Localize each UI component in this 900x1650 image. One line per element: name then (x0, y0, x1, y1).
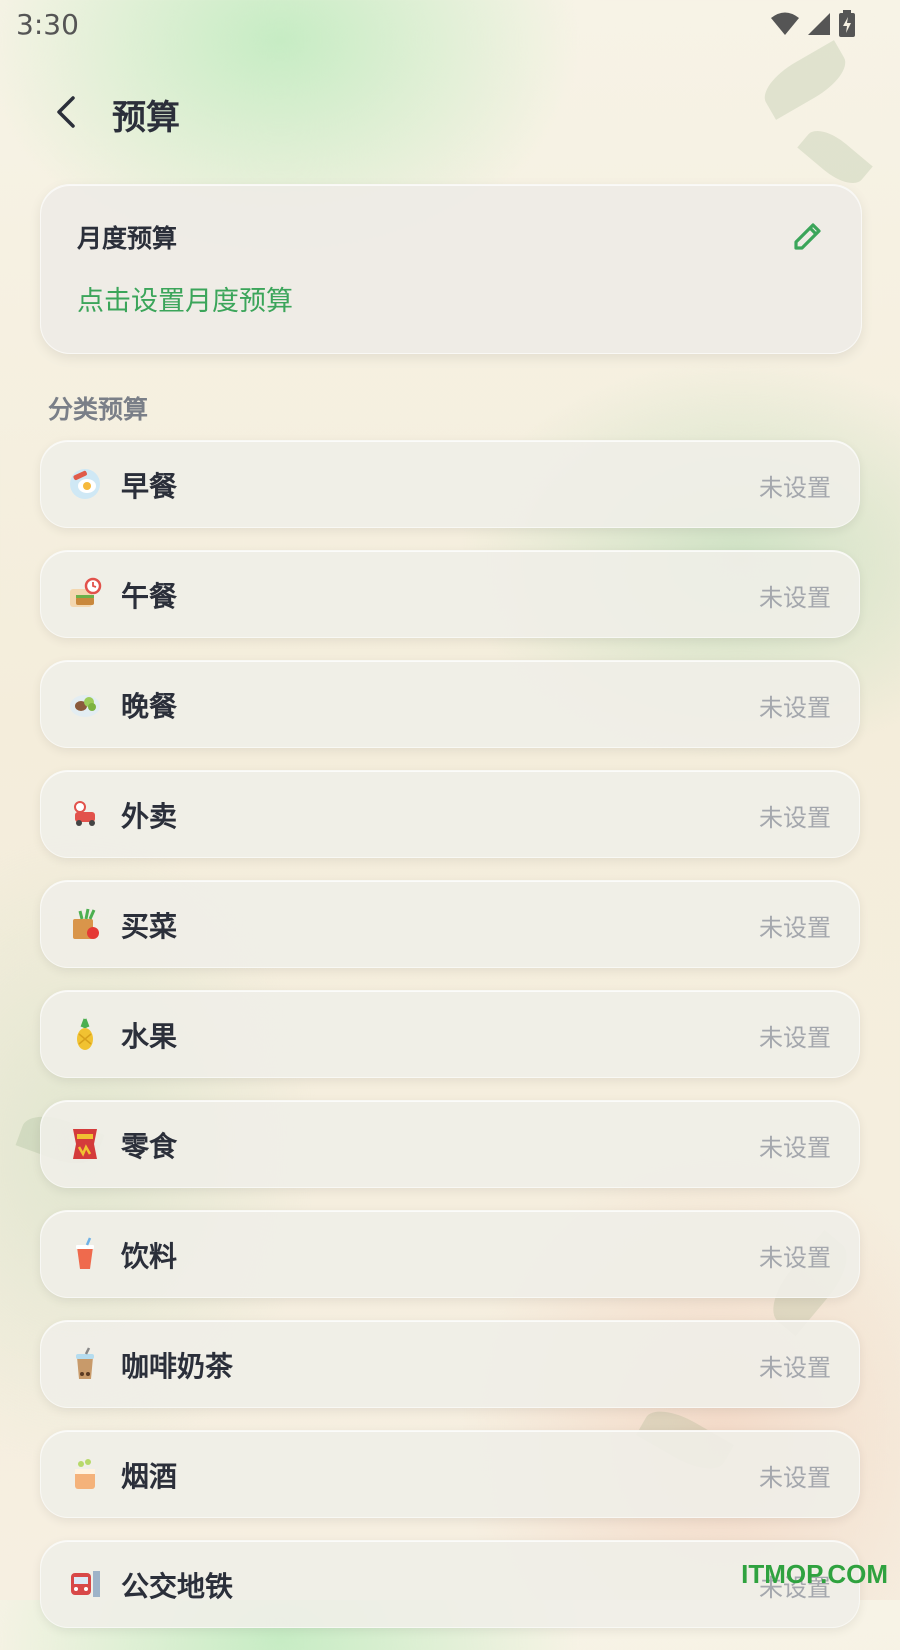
page-title: 预算 (112, 98, 180, 138)
category-row-metro[interactable]: 公交地铁 未设置 (40, 1540, 860, 1628)
alcohol-icon (67, 1456, 103, 1492)
groceries-icon (67, 906, 103, 942)
category-row-snacks[interactable]: 零食 未设置 (40, 1100, 860, 1188)
battery-icon (839, 10, 855, 37)
drink-icon (67, 1236, 103, 1272)
category-list: 早餐 未设置 午餐 未设置 晚餐 未设置 外卖 未设置 买菜 未设置 水果 未设… (40, 440, 860, 1650)
set-monthly-budget-link[interactable]: 点击设置月度预算 (77, 279, 293, 318)
category-status: 未设置 (759, 584, 831, 612)
category-status: 未设置 (759, 914, 831, 942)
dinner-icon (67, 686, 103, 722)
category-row-dinner[interactable]: 晚餐 未设置 (40, 660, 860, 748)
signal-icon (808, 13, 830, 35)
category-row-delivery[interactable]: 外卖 未设置 (40, 770, 860, 858)
milk-tea-icon (67, 1346, 103, 1382)
category-name: 烟酒 (121, 1460, 178, 1493)
category-name: 咖啡奶茶 (121, 1350, 234, 1383)
category-status: 未设置 (759, 1354, 831, 1382)
edit-button[interactable] (791, 219, 825, 253)
metro-icon (67, 1566, 103, 1602)
back-arrow-icon (57, 96, 75, 128)
category-status: 未设置 (759, 1024, 831, 1052)
status-bar: 3:30 (0, 0, 900, 50)
category-status: 未设置 (759, 1244, 831, 1272)
category-row-breakfast[interactable]: 早餐 未设置 (40, 440, 860, 528)
snack-icon (67, 1126, 103, 1162)
pencil-icon (794, 223, 821, 250)
category-row-tobacco-alcohol[interactable]: 烟酒 未设置 (40, 1430, 860, 1518)
watermark: ITMOP.COM (741, 1559, 888, 1589)
category-name: 买菜 (121, 910, 178, 943)
status-icons (770, 10, 856, 38)
breakfast-icon (67, 466, 103, 502)
category-status: 未设置 (759, 1464, 831, 1492)
category-status: 未设置 (759, 694, 831, 722)
category-name: 早餐 (121, 470, 178, 503)
category-name: 午餐 (121, 580, 178, 613)
category-row-coffee-tea[interactable]: 咖啡奶茶 未设置 (40, 1320, 860, 1408)
category-row-fruit[interactable]: 水果 未设置 (40, 990, 860, 1078)
app-bar: 预算 (0, 72, 900, 152)
category-name: 饮料 (121, 1240, 178, 1273)
category-name: 零食 (121, 1130, 178, 1163)
back-button[interactable] (44, 90, 88, 134)
lunch-icon (67, 576, 103, 612)
category-name: 晚餐 (121, 690, 178, 723)
wifi-icon (771, 12, 799, 35)
category-row-drinks[interactable]: 饮料 未设置 (40, 1210, 860, 1298)
status-time: 3:30 (16, 8, 79, 41)
category-name: 公交地铁 (121, 1570, 234, 1603)
category-budget-label: 分类预算 (48, 395, 149, 424)
category-name: 水果 (121, 1020, 178, 1053)
category-status: 未设置 (759, 1134, 831, 1162)
category-row-lunch[interactable]: 午餐 未设置 (40, 550, 860, 638)
monthly-budget-title: 月度预算 (77, 224, 178, 253)
category-row-groceries[interactable]: 买菜 未设置 (40, 880, 860, 968)
delivery-icon (67, 796, 103, 832)
category-status: 未设置 (759, 804, 831, 832)
pineapple-icon (67, 1016, 103, 1052)
monthly-budget-card[interactable]: 月度预算 点击设置月度预算 (40, 184, 862, 354)
category-name: 外卖 (121, 800, 178, 833)
category-status: 未设置 (759, 474, 831, 502)
